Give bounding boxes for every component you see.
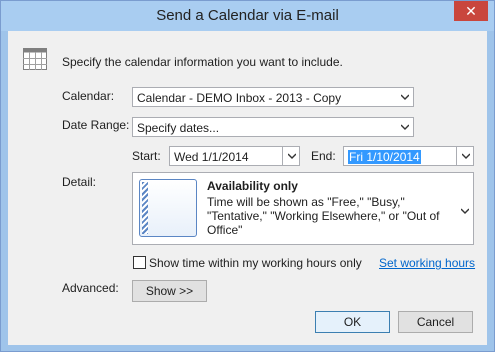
date-range-value: Specify dates...	[137, 121, 220, 135]
cancel-button[interactable]: Cancel	[398, 311, 473, 333]
availability-preview-icon	[139, 179, 197, 237]
title-bar[interactable]: Send a Calendar via E-mail ✕	[1, 1, 494, 31]
detail-description: Time will be shown as "Free," "Busy," "T…	[207, 195, 440, 237]
chevron-down-icon	[401, 124, 409, 130]
chevron-down-icon	[462, 153, 470, 159]
calendar-label: Calendar:	[62, 89, 115, 103]
end-date-value: Fri 1/10/2014	[348, 150, 421, 164]
calendar-dropdown[interactable]: Calendar - DEMO Inbox - 2013 - Copy	[132, 87, 414, 107]
intro-text: Specify the calendar information you wan…	[62, 55, 343, 69]
calendar-grid-icon	[23, 48, 47, 70]
chevron-down-icon	[288, 153, 296, 159]
working-hours-checkbox-label[interactable]: Show time within my working hours only	[149, 256, 362, 270]
advanced-label: Advanced:	[62, 281, 119, 295]
close-button[interactable]: ✕	[454, 1, 488, 21]
chevron-down-icon	[461, 208, 469, 214]
end-date-dropdown-button[interactable]	[456, 147, 473, 165]
show-advanced-button[interactable]: Show >>	[132, 280, 207, 302]
set-working-hours-link[interactable]: Set working hours	[379, 256, 475, 270]
date-range-label: Date Range:	[62, 118, 130, 132]
dialog-title: Send a Calendar via E-mail	[156, 7, 339, 24]
detail-label: Detail:	[62, 175, 97, 189]
chevron-down-icon	[401, 94, 409, 100]
start-date-dropdown-button[interactable]	[282, 147, 299, 165]
start-label: Start:	[132, 149, 161, 163]
ok-button[interactable]: OK	[315, 311, 390, 333]
end-label: End:	[311, 149, 336, 163]
start-date-value: Wed 1/1/2014	[174, 150, 249, 164]
date-range-dropdown[interactable]: Specify dates...	[132, 117, 414, 137]
detail-title: Availability only	[207, 179, 298, 193]
start-date-picker[interactable]: Wed 1/1/2014	[169, 146, 300, 166]
busy-stripe-icon	[142, 182, 148, 234]
close-icon: ✕	[465, 3, 477, 19]
dialog-body: Specify the calendar information you wan…	[8, 31, 487, 345]
dialog-window: Send a Calendar via E-mail ✕ Specify the…	[0, 0, 495, 352]
working-hours-checkbox[interactable]	[133, 256, 146, 269]
detail-dropdown[interactable]: Availability only Time will be shown as …	[132, 172, 474, 245]
end-date-picker[interactable]: Fri 1/10/2014	[343, 146, 474, 166]
calendar-value: Calendar - DEMO Inbox - 2013 - Copy	[137, 91, 342, 105]
